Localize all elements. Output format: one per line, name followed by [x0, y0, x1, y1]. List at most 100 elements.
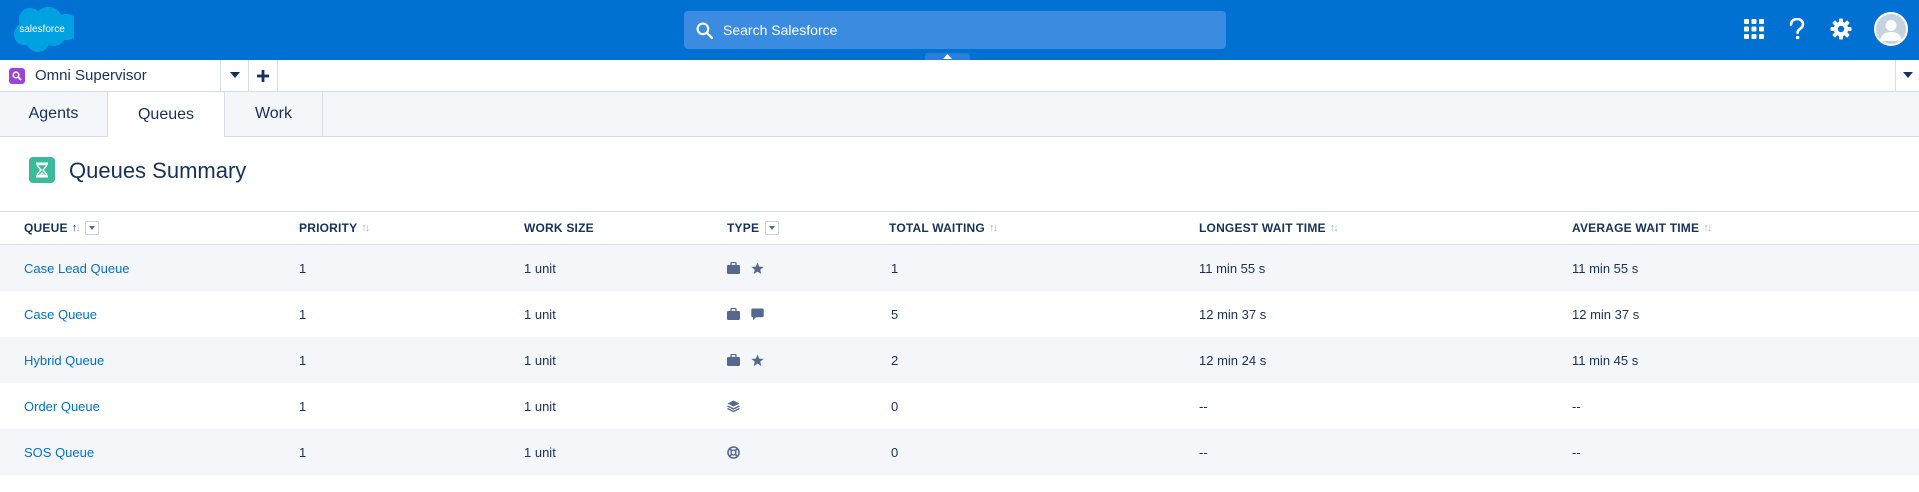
chevron-down-icon: [88, 226, 95, 230]
stack-icon: [727, 400, 740, 412]
average-wait-time-cell: --: [1572, 444, 1581, 460]
column-header-queue[interactable]: QUEUE ↑↓: [24, 212, 99, 244]
salesforce-logo[interactable]: salesforce: [10, 6, 74, 52]
priority-cell: 1: [299, 352, 307, 368]
add-tab-button[interactable]: [248, 60, 278, 91]
page-title: Queues Summary: [69, 158, 247, 183]
sort-icon[interactable]: ↑↓: [1330, 222, 1339, 234]
work-size-cell: 1 unit: [524, 398, 556, 414]
salesforce-cloud-icon: salesforce: [14, 7, 74, 52]
type-icons: [727, 308, 764, 321]
work-size-cell: 1 unit: [524, 352, 556, 368]
total-waiting-cell: 0: [891, 398, 899, 414]
tab-work[interactable]: Work: [225, 92, 323, 136]
console-navigation-bar: Omni Supervisor: [0, 60, 1919, 92]
omni-supervisor-app-icon: [9, 67, 25, 84]
tab-queues[interactable]: Queues: [107, 92, 225, 137]
chat-icon: [751, 308, 764, 321]
supervisor-tab-bar: Agents Queues Work: [0, 92, 1919, 137]
total-waiting-cell: 0: [891, 444, 899, 460]
table-row: Case Lead Queue 1 1 unit 1 11 min 55 s 11 min…: [0, 245, 1919, 291]
table-header-row: QUEUE ↑↓ PRIORITY ↑↓ WORK SIZE TYPE TOTA…: [0, 212, 1919, 245]
plus-icon: [257, 69, 269, 82]
nav-item-omni-supervisor[interactable]: Omni Supervisor: [0, 60, 220, 91]
longest-wait-time-cell: 12 min 37 s: [1199, 306, 1267, 322]
column-label-work-size: WORK SIZE: [524, 221, 594, 235]
tab-overflow-menu-button[interactable]: [1895, 60, 1919, 91]
column-header-type[interactable]: TYPE: [727, 212, 780, 244]
longest-wait-time-cell: --: [1199, 398, 1208, 414]
gear-icon: [1830, 18, 1852, 40]
user-avatar[interactable]: [1874, 12, 1908, 46]
average-wait-time-cell: 11 min 45 s: [1572, 352, 1639, 368]
priority-cell: 1: [299, 306, 307, 322]
chevron-down-icon: [769, 226, 776, 230]
total-waiting-cell: 5: [891, 306, 899, 322]
column-label-priority: PRIORITY: [299, 221, 358, 235]
column-header-total-waiting[interactable]: TOTAL WAITING ↑↓: [889, 212, 998, 244]
collapse-header-toggle[interactable]: [925, 53, 970, 60]
table-row: Order Queue 1 1 unit 0 -- --: [0, 383, 1919, 429]
table-row: Case Queue 1 1 unit 5 12 min 37 s 12 min 37 s: [0, 291, 1919, 337]
total-waiting-cell: 2: [891, 352, 899, 368]
type-icons: [727, 400, 740, 412]
chevron-up-icon: [943, 54, 952, 59]
sort-icon[interactable]: ↑↓: [361, 222, 370, 234]
queues-table: QUEUE ↑↓ PRIORITY ↑↓ WORK SIZE TYPE TOTA…: [0, 212, 1919, 475]
column-label-longest-wait-time: LONGEST WAIT TIME: [1199, 221, 1326, 235]
queue-name-link[interactable]: Hybrid Queue: [24, 337, 104, 383]
tab-agents[interactable]: Agents: [0, 92, 107, 136]
column-header-priority[interactable]: PRIORITY ↑↓: [299, 212, 370, 244]
navigation-menu-button[interactable]: [220, 60, 249, 91]
star-icon: [751, 262, 764, 275]
average-wait-time-cell: --: [1572, 398, 1581, 414]
queue-name-link[interactable]: Case Queue: [24, 291, 97, 337]
column-label-queue: QUEUE: [24, 221, 68, 235]
page-header: Queues Summary: [0, 137, 1919, 212]
work-size-cell: 1 unit: [524, 260, 556, 276]
work-size-cell: 1 unit: [524, 306, 556, 322]
queue-name-link[interactable]: Order Queue: [24, 383, 100, 429]
type-cell: [727, 383, 740, 429]
sort-ascending-icon[interactable]: ↑↓: [72, 222, 81, 234]
priority-cell: 1: [299, 398, 307, 414]
column-label-type: TYPE: [727, 221, 760, 235]
search-icon: [696, 22, 713, 39]
column-header-average-wait-time[interactable]: AVERAGE WAIT TIME ↑↓: [1572, 212, 1712, 244]
briefcase-icon: [727, 308, 740, 320]
work-size-cell: 1 unit: [524, 444, 556, 460]
table-row: SOS Queue 1 1 unit 0 -- --: [0, 429, 1919, 475]
table-row: Hybrid Queue 1 1 unit 2 12 min 24 s 11 min 45…: [0, 337, 1919, 383]
longest-wait-time-cell: 12 min 24 s: [1199, 352, 1267, 368]
column-header-longest-wait-time[interactable]: LONGEST WAIT TIME ↑↓: [1199, 212, 1339, 244]
type-icons: [727, 262, 764, 275]
sort-icon[interactable]: ↑↓: [1703, 222, 1712, 234]
sort-icon[interactable]: ↑↓: [989, 222, 998, 234]
queue-name-link[interactable]: SOS Queue: [24, 429, 94, 475]
user-icon: [1880, 20, 1902, 41]
table-body: Case Lead Queue 1 1 unit 1 11 min 55 s 11 min…: [0, 245, 1919, 475]
type-cell: [727, 245, 764, 291]
chevron-down-icon: [1903, 72, 1913, 78]
total-waiting-cell: 1: [891, 260, 899, 276]
briefcase-icon: [727, 354, 740, 366]
type-filter-button[interactable]: [765, 221, 780, 235]
help-button[interactable]: [1784, 16, 1810, 42]
queue-name-link[interactable]: Case Lead Queue: [24, 245, 130, 291]
setup-button[interactable]: [1828, 16, 1854, 42]
global-search-box[interactable]: Search Salesforce: [684, 11, 1226, 49]
chevron-down-icon: [230, 72, 240, 78]
app-launcher-button[interactable]: [1741, 16, 1767, 42]
type-icons: [727, 445, 740, 459]
star-icon: [751, 354, 764, 367]
column-label-average-wait-time: AVERAGE WAIT TIME: [1572, 221, 1700, 235]
average-wait-time-cell: 12 min 37 s: [1572, 306, 1640, 322]
column-label-total-waiting: TOTAL WAITING: [889, 221, 985, 235]
question-mark-icon: [1789, 18, 1805, 40]
type-icons: [727, 354, 764, 367]
priority-cell: 1: [299, 260, 307, 276]
queue-filter-button[interactable]: [84, 221, 99, 235]
type-cell: [727, 429, 740, 475]
column-header-work-size: WORK SIZE: [524, 212, 594, 244]
longest-wait-time-cell: 11 min 55 s: [1199, 260, 1266, 276]
